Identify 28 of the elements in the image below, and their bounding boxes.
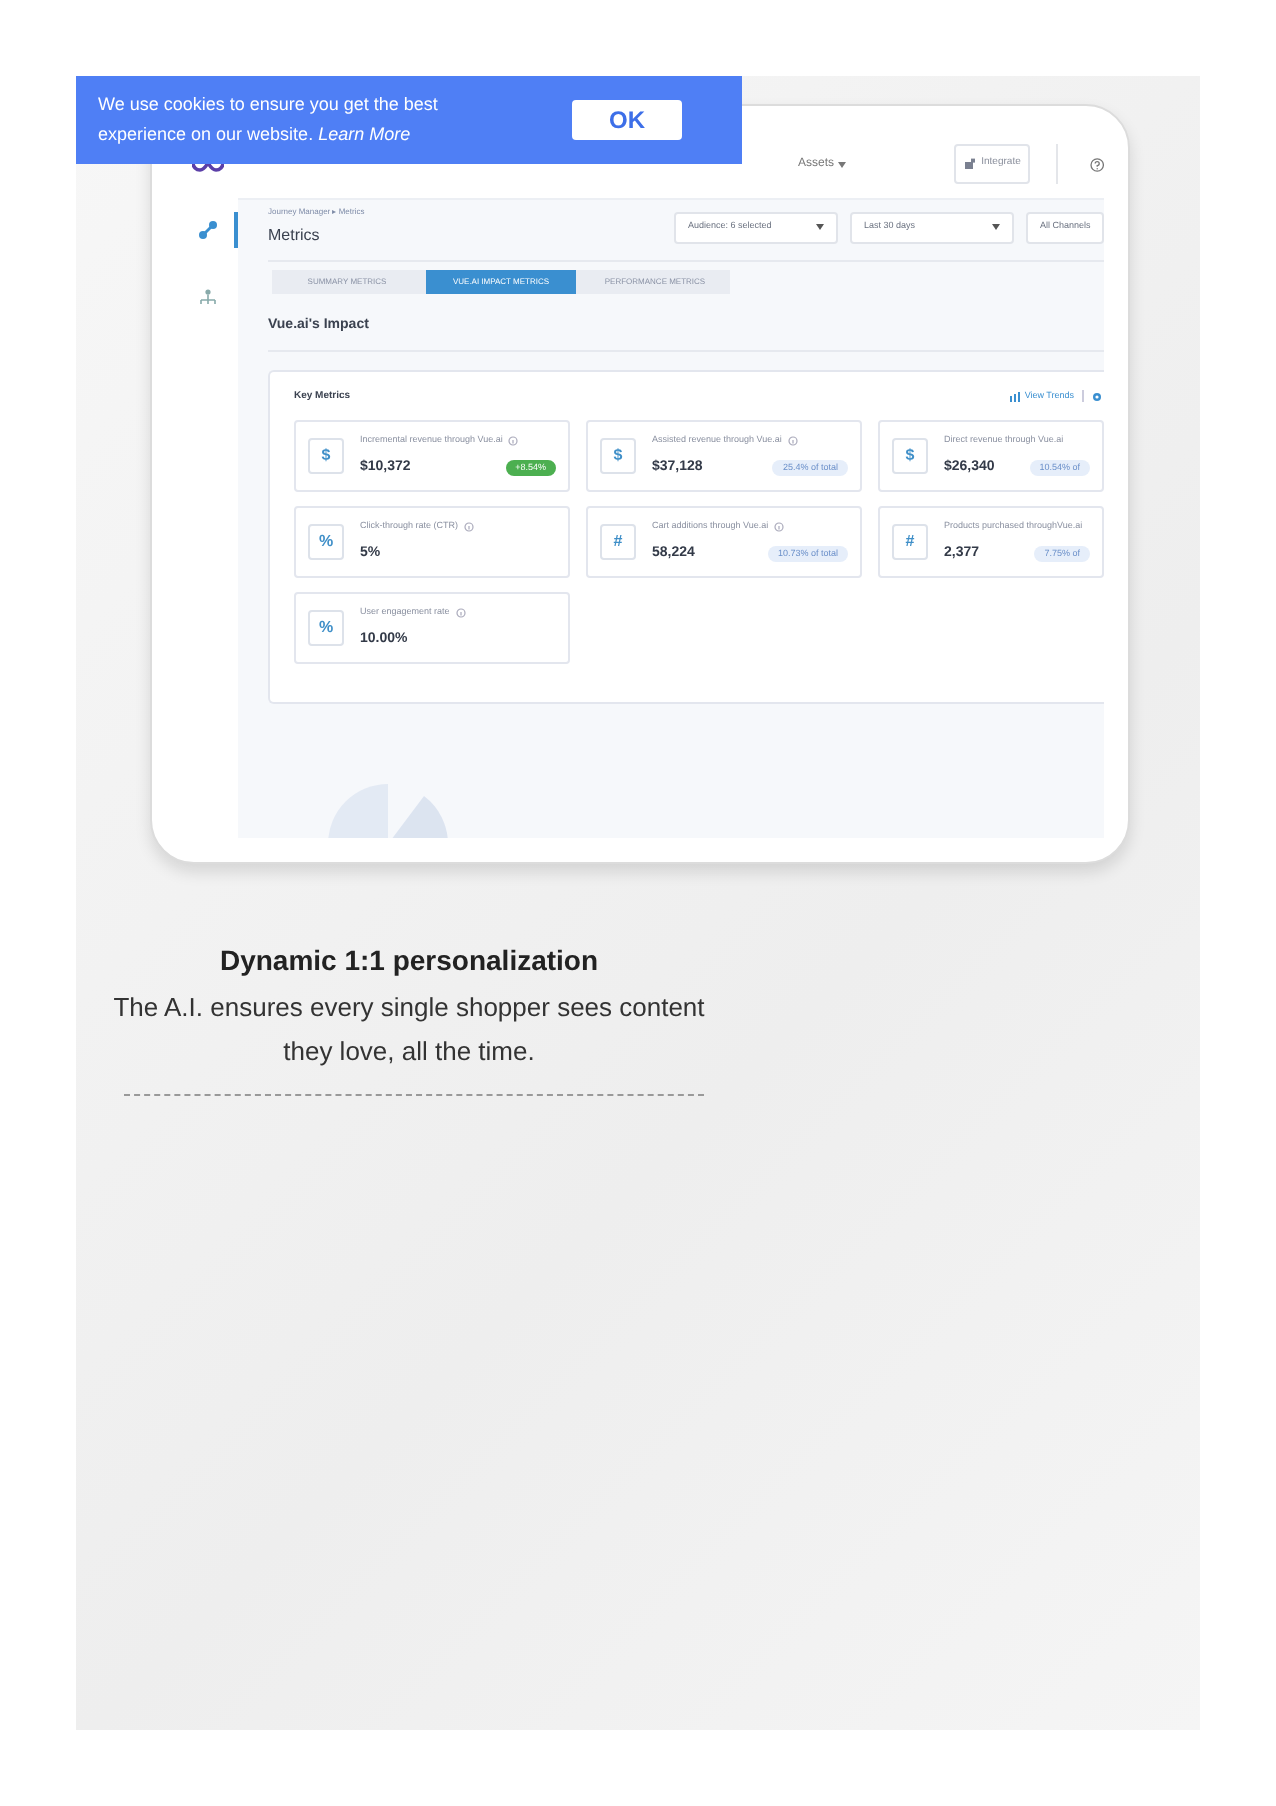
metric-symbol: # xyxy=(892,524,928,560)
metric-symbol: $ xyxy=(308,438,344,474)
ok-button[interactable]: OK xyxy=(572,100,682,140)
help-icon[interactable] xyxy=(1089,155,1104,173)
metric-symbol: % xyxy=(308,524,344,560)
metric-symbol: # xyxy=(600,524,636,560)
info-icon xyxy=(508,435,519,446)
metric-symbol: % xyxy=(308,610,344,646)
cookie-message: We use cookies to ensure you get the best experience on our website. Learn More xyxy=(98,92,440,148)
page-title: Metrics xyxy=(268,224,322,248)
info-icon xyxy=(787,435,798,446)
metric-symbol: $ xyxy=(892,438,928,474)
learn-more-link[interactable]: Learn More xyxy=(318,124,411,144)
hierarchy-icon xyxy=(197,288,217,308)
active-indicator xyxy=(234,212,238,248)
caret-icon xyxy=(992,224,1000,230)
caret-icon xyxy=(838,161,847,167)
caption-title: Dynamic 1:1 personalization xyxy=(219,942,599,980)
pie-chart-drawing xyxy=(328,783,448,838)
info-icon xyxy=(455,607,466,618)
caret-icon xyxy=(816,224,824,230)
journey-icon xyxy=(197,220,217,240)
info-icon xyxy=(464,521,475,532)
settings-icon[interactable] xyxy=(1092,391,1102,402)
metric-symbol: $ xyxy=(600,438,636,474)
caption-text: The A.I. ensures every single shopper sees content they love, all the time. xyxy=(111,990,707,1070)
info-icon xyxy=(774,521,785,532)
chart-icon xyxy=(1010,391,1021,402)
